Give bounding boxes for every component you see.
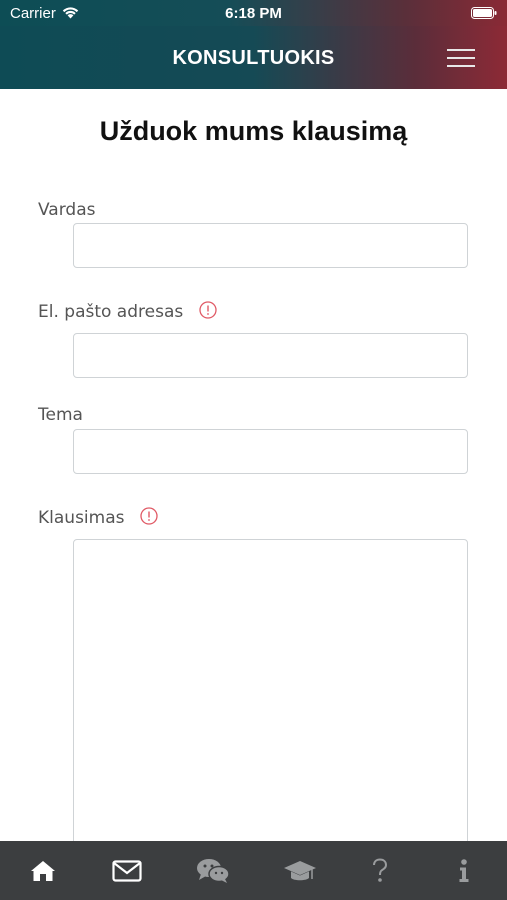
graduation-cap-icon	[284, 860, 316, 880]
clock-time: 6:18 PM	[225, 5, 282, 22]
subject-label-text: Tema	[38, 405, 83, 425]
name-label-text: Vardas	[38, 200, 96, 220]
email-label: El. pašto adresas	[38, 301, 217, 322]
question-mark-icon	[373, 857, 388, 882]
email-field[interactable]	[73, 333, 468, 378]
exclamation-circle-icon	[140, 507, 158, 525]
status-bar: Carrier 6:18 PM	[0, 0, 507, 26]
name-label: Vardas	[38, 200, 95, 220]
page-title: Užduok mums klausimą	[99, 116, 408, 146]
exclamation-circle-icon	[198, 301, 217, 319]
question-label-text: Klausimas	[38, 508, 125, 528]
name-field[interactable]	[73, 223, 468, 268]
hamburger-menu-icon[interactable]	[445, 46, 479, 70]
battery-icon	[471, 7, 497, 19]
chat-icon	[197, 858, 230, 883]
info-icon	[459, 858, 469, 882]
bottom-tab-bar	[0, 841, 507, 900]
app-header: KONSULTUOKIS	[0, 26, 507, 89]
app-title: KONSULTUOKIS	[172, 47, 335, 69]
tab-info[interactable]	[434, 841, 494, 900]
question-label: Klausimas	[38, 507, 158, 528]
tab-contact[interactable]	[97, 841, 157, 900]
tab-education[interactable]	[270, 841, 330, 900]
envelope-icon	[112, 859, 142, 882]
subject-label: Tema	[38, 405, 83, 425]
email-label-text: El. pašto adresas	[38, 302, 184, 322]
tab-chat[interactable]	[183, 841, 243, 900]
subject-field[interactable]	[73, 429, 468, 474]
home-icon	[31, 860, 55, 881]
tab-home[interactable]	[13, 841, 73, 900]
tab-faq[interactable]	[350, 841, 410, 900]
question-textarea[interactable]	[73, 539, 468, 859]
